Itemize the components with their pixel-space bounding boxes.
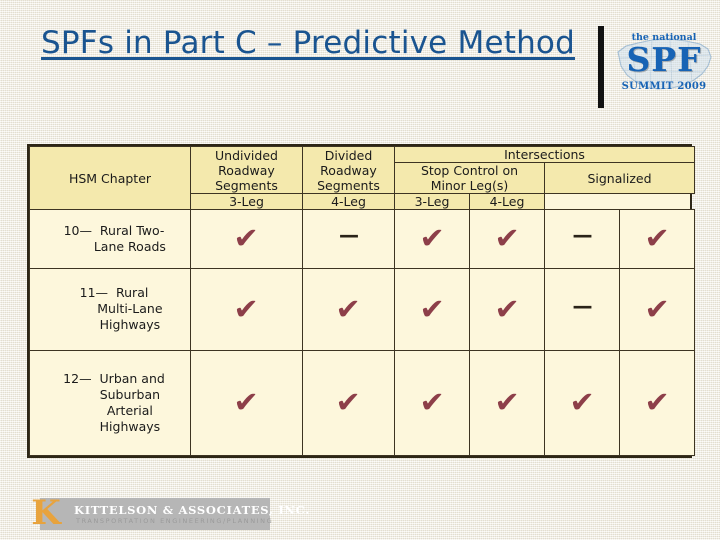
- hsm-chapter-matrix: HSM Chapter Undivided Roadway Segments D…: [27, 144, 695, 458]
- footer-company-name: KITTELSON & ASSOCIATES, INC.: [74, 503, 310, 517]
- cell-supported: ✔: [619, 209, 695, 269]
- title-block: SPFs in Part C – Predictive Method: [24, 20, 592, 66]
- logo-line-spf: SPF: [626, 40, 702, 79]
- th-stop-4-leg: 4-Leg: [302, 193, 395, 210]
- chapter-name-line: 12— Urban and: [63, 370, 165, 386]
- cell-supported: ✔: [619, 267, 695, 351]
- th-undivided-line-2: Roadway: [218, 162, 275, 178]
- logo-artwork: the national SPF SUMMIT 2009: [612, 26, 716, 108]
- th-undivided-roadway-segments: Undivided Roadway Segments: [190, 146, 303, 194]
- cell-not-supported: —: [544, 267, 620, 351]
- kittelson-footer-logo: K KITTELSON & ASSOCIATES, INC. TRANSPORT…: [22, 493, 309, 533]
- cell-supported: ✔: [469, 349, 545, 457]
- cell-supported: ✔: [302, 267, 395, 351]
- logo-divider-bar: [598, 26, 604, 108]
- chapter-name-line: Lane Roads: [62, 238, 166, 254]
- checkmark-icon: ✔: [233, 385, 260, 420]
- table-body: 10— Rural Two- Lane Roads ✔ — ✔ ✔ — ✔ 11— Rural…: [29, 209, 695, 457]
- th-hsm-chapter: HSM Chapter: [29, 146, 191, 210]
- checkmark-icon: ✔: [233, 221, 260, 256]
- chapter-name-line: 10— Rural Two-: [63, 222, 165, 238]
- chapter-name-cell: 11— Rural Multi-Lane Highways: [29, 267, 191, 351]
- chapter-name-cell: 10— Rural Two- Lane Roads: [29, 209, 191, 269]
- spf-summit-logo: the national SPF SUMMIT 2009: [598, 26, 716, 108]
- table-head: HSM Chapter Undivided Roadway Segments D…: [29, 146, 695, 210]
- th-stop-control-minor-legs: Stop Control on Minor Leg(s): [394, 162, 545, 194]
- chapter-name-cell: 12— Urban and Suburban Arterial Highways: [29, 349, 191, 457]
- cell-supported: ✔: [544, 349, 620, 457]
- chapter-name-line: Highways: [67, 317, 161, 333]
- chapter-name-line: Arterial: [75, 402, 153, 418]
- checkmark-icon: ✔: [419, 385, 445, 420]
- cell-supported: ✔: [302, 349, 395, 457]
- th-stop-3-leg: 3-Leg: [190, 193, 303, 210]
- footer-tagline: TRANSPORTATION ENGINEERING/PLANNING: [76, 517, 274, 525]
- chapter-name-line: Multi-Lane: [65, 301, 163, 317]
- chapter-name-line: Highways: [67, 418, 161, 434]
- checkmark-icon: ✔: [644, 221, 670, 256]
- th-divided-roadway-segments: Divided Roadway Segments: [302, 146, 395, 194]
- checkmark-icon: ✔: [569, 385, 595, 420]
- th-stop-control-line-2: Minor Leg(s): [430, 178, 509, 193]
- cell-supported: ✔: [394, 349, 470, 457]
- cell-supported: ✔: [190, 267, 303, 351]
- cell-supported: ✔: [394, 209, 470, 269]
- checkmark-icon: ✔: [494, 221, 520, 256]
- table-row: 11— Rural Multi-Lane Highways ✔ ✔ ✔ ✔ — ✔: [29, 267, 695, 351]
- checkmark-icon: ✔: [644, 291, 670, 326]
- chapter-name-line: Suburban: [67, 386, 161, 402]
- th-stop-control-line-1: Stop Control on: [420, 163, 519, 178]
- table-row: 12— Urban and Suburban Arterial Highways…: [29, 349, 695, 457]
- table-row: 10— Rural Two- Lane Roads ✔ — ✔ ✔ — ✔: [29, 209, 695, 269]
- checkmark-icon: ✔: [335, 385, 362, 420]
- cell-not-supported: —: [302, 209, 395, 269]
- cell-supported: ✔: [469, 267, 545, 351]
- header-row-top: HSM Chapter Undivided Roadway Segments D…: [29, 146, 695, 210]
- th-signal-3-leg: 3-Leg: [394, 193, 470, 210]
- checkmark-icon: ✔: [335, 291, 362, 326]
- checkmark-icon: ✔: [419, 221, 445, 256]
- checkmark-icon: ✔: [494, 291, 520, 326]
- cell-supported: ✔: [619, 349, 695, 457]
- slide-canvas: SPFs in Part C – Predictive Method the n…: [0, 0, 720, 540]
- th-intersections: Intersections: [394, 146, 695, 163]
- th-divided-line-3: Segments: [317, 177, 380, 193]
- th-divided-line-2: Roadway: [320, 162, 377, 178]
- th-signalized: Signalized: [544, 162, 695, 194]
- kittelson-monogram-icon: K: [31, 493, 61, 533]
- chapter-name-line: 11— Rural: [79, 285, 149, 301]
- cell-not-supported: —: [544, 209, 620, 269]
- th-undivided-line-3: Segments: [215, 177, 278, 193]
- dash-icon: —: [339, 223, 359, 248]
- logo-line-summit-year: SUMMIT 2009: [621, 81, 707, 92]
- matrix-table: HSM Chapter Undivided Roadway Segments D…: [29, 146, 695, 457]
- checkmark-icon: ✔: [644, 385, 670, 420]
- cell-supported: ✔: [394, 267, 470, 351]
- dash-icon: —: [572, 293, 593, 318]
- checkmark-icon: ✔: [419, 291, 445, 326]
- dash-icon: —: [572, 223, 593, 248]
- th-undivided-line-1: Undivided: [215, 147, 278, 163]
- cell-supported: ✔: [190, 209, 303, 269]
- cell-supported: ✔: [190, 349, 303, 457]
- th-signal-4-leg: 4-Leg: [469, 193, 545, 210]
- th-divided-line-1: Divided: [324, 147, 373, 163]
- checkmark-icon: ✔: [233, 291, 260, 326]
- page-title: SPFs in Part C – Predictive Method: [41, 25, 575, 61]
- checkmark-icon: ✔: [494, 385, 520, 420]
- cell-supported: ✔: [469, 209, 545, 269]
